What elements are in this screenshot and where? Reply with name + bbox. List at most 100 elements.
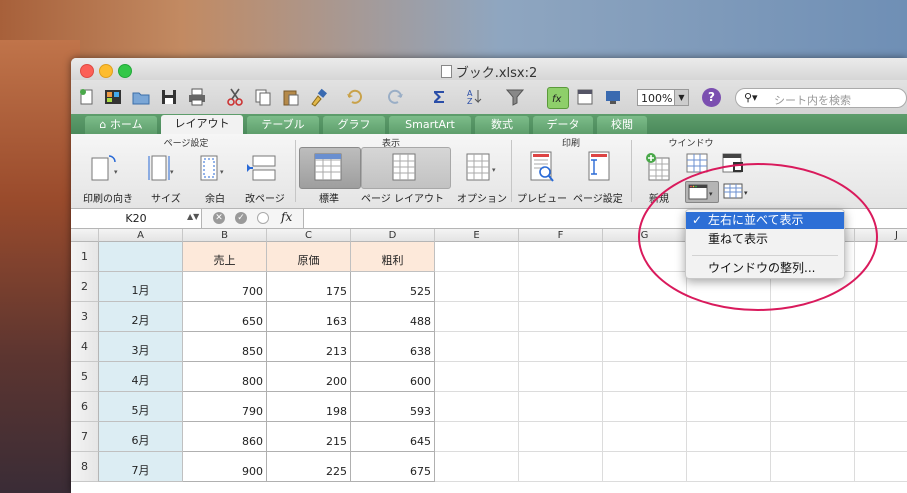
grid-cell[interactable] — [435, 302, 519, 332]
orientation-icon[interactable]: ▾ — [89, 152, 119, 187]
grid-cell[interactable] — [519, 452, 603, 482]
page-layout-view-icon[interactable] — [389, 152, 419, 185]
grid-cell[interactable] — [435, 272, 519, 302]
column-header-c[interactable]: C — [267, 229, 351, 242]
value-cell[interactable]: 860 — [183, 422, 267, 452]
print-icon[interactable] — [187, 87, 207, 107]
print-page-setup-button[interactable]: ページ設定 — [573, 190, 623, 205]
value-cell[interactable]: 600 — [351, 362, 435, 392]
print-preview-button[interactable]: プレビュー — [517, 190, 567, 205]
month-cell[interactable]: 4月 — [99, 362, 183, 392]
arrange-windows-button[interactable]: ▾ — [685, 181, 719, 203]
grid-cell[interactable] — [603, 452, 687, 482]
column-title-cell[interactable]: 売上 — [183, 242, 267, 272]
value-cell[interactable]: 213 — [267, 332, 351, 362]
month-cell[interactable]: 7月 — [99, 452, 183, 482]
value-cell[interactable]: 225 — [267, 452, 351, 482]
column-header-j[interactable]: J — [855, 229, 907, 242]
normal-view-icon[interactable] — [313, 152, 343, 185]
confirm-entry-icon[interactable]: ✓ — [235, 212, 247, 224]
grid-cell[interactable] — [519, 362, 603, 392]
row-header[interactable]: 4 — [71, 332, 99, 362]
formula-mode-icon[interactable] — [257, 212, 269, 224]
grid-cell[interactable] — [603, 422, 687, 452]
grid-cell[interactable] — [435, 392, 519, 422]
toolbox-icon[interactable] — [575, 87, 595, 107]
grid-cell[interactable] — [519, 302, 603, 332]
row-header[interactable]: 8 — [71, 452, 99, 482]
column-header-b[interactable]: B — [183, 229, 267, 242]
column-title-cell[interactable]: 粗利 — [351, 242, 435, 272]
sheet-search-input[interactable]: ⚲▾ シート内を検索 — [735, 88, 907, 108]
tab-layout[interactable]: レイアウト — [161, 115, 243, 134]
size-icon[interactable]: ▾ — [146, 152, 176, 187]
value-cell[interactable]: 198 — [267, 392, 351, 422]
column-header-e[interactable]: E — [435, 229, 519, 242]
tab-home[interactable]: ⌂ ホーム — [85, 116, 157, 134]
formula-builder-icon[interactable]: fx — [547, 87, 569, 109]
cut-icon[interactable] — [225, 87, 245, 107]
column-header-g[interactable]: G — [603, 229, 687, 242]
grid-cell[interactable] — [99, 242, 183, 272]
tab-data[interactable]: データ — [533, 116, 593, 134]
format-brush-icon[interactable] — [309, 87, 329, 107]
grid-cell[interactable] — [603, 332, 687, 362]
select-all-corner[interactable] — [71, 229, 99, 242]
zoom-dropdown-arrow[interactable]: ▼ — [674, 89, 689, 106]
grid-cell[interactable] — [519, 392, 603, 422]
tab-review[interactable]: 校閲 — [597, 116, 647, 134]
row-header[interactable]: 3 — [71, 302, 99, 332]
value-cell[interactable]: 850 — [183, 332, 267, 362]
month-cell[interactable]: 3月 — [99, 332, 183, 362]
save-icon[interactable] — [159, 87, 179, 107]
freeze-panes-icon[interactable] — [721, 152, 745, 177]
menu-item-cascade[interactable]: 重ねて表示 — [686, 231, 844, 248]
grid-cell[interactable] — [435, 362, 519, 392]
tab-table[interactable]: テーブル — [247, 116, 319, 134]
media-browser-icon[interactable] — [603, 87, 623, 107]
value-cell[interactable]: 790 — [183, 392, 267, 422]
month-cell[interactable]: 2月 — [99, 302, 183, 332]
grid-cell[interactable] — [687, 332, 771, 362]
menu-item-arrange-windows[interactable]: ウインドウの整列... — [686, 260, 844, 277]
grid-cell[interactable] — [771, 452, 855, 482]
grid-cell[interactable] — [771, 422, 855, 452]
value-cell[interactable]: 900 — [183, 452, 267, 482]
grid-cell[interactable] — [435, 242, 519, 272]
page-break-button[interactable]: 改ページ — [245, 190, 285, 205]
grid-cell[interactable] — [855, 272, 907, 302]
new-workbook-icon[interactable] — [77, 87, 97, 107]
value-cell[interactable]: 638 — [351, 332, 435, 362]
grid-cell[interactable] — [603, 392, 687, 422]
column-header-a[interactable]: A — [99, 229, 183, 242]
grid-cell[interactable] — [855, 332, 907, 362]
switch-windows-button[interactable]: ▾ — [721, 181, 753, 204]
print-preview-icon[interactable] — [527, 150, 557, 187]
name-box[interactable]: K20 — [71, 209, 202, 228]
filter-icon[interactable] — [505, 87, 525, 107]
grid-cell[interactable] — [771, 392, 855, 422]
grid-cell[interactable] — [771, 332, 855, 362]
grid-cell[interactable] — [687, 362, 771, 392]
row-header[interactable]: 5 — [71, 362, 99, 392]
name-box-stepper-icon[interactable]: ▲▼ — [187, 212, 199, 221]
column-header-d[interactable]: D — [351, 229, 435, 242]
grid-cell[interactable] — [603, 272, 687, 302]
grid-cell[interactable] — [855, 242, 907, 272]
help-icon[interactable]: ? — [702, 88, 721, 107]
value-cell[interactable]: 650 — [183, 302, 267, 332]
value-cell[interactable]: 525 — [351, 272, 435, 302]
value-cell[interactable]: 200 — [267, 362, 351, 392]
value-cell[interactable]: 700 — [183, 272, 267, 302]
row-header[interactable]: 6 — [71, 392, 99, 422]
grid-cell[interactable] — [519, 422, 603, 452]
month-cell[interactable]: 1月 — [99, 272, 183, 302]
value-cell[interactable]: 645 — [351, 422, 435, 452]
orientation-button[interactable]: 印刷の向き — [83, 190, 133, 205]
search-icon[interactable]: ⚲▾ — [744, 91, 758, 104]
redo-icon[interactable] — [385, 87, 405, 107]
paste-icon[interactable] — [281, 87, 301, 107]
grid-cell[interactable] — [435, 452, 519, 482]
sort-icon[interactable]: AZ — [465, 87, 485, 107]
print-page-setup-icon[interactable] — [585, 150, 615, 187]
